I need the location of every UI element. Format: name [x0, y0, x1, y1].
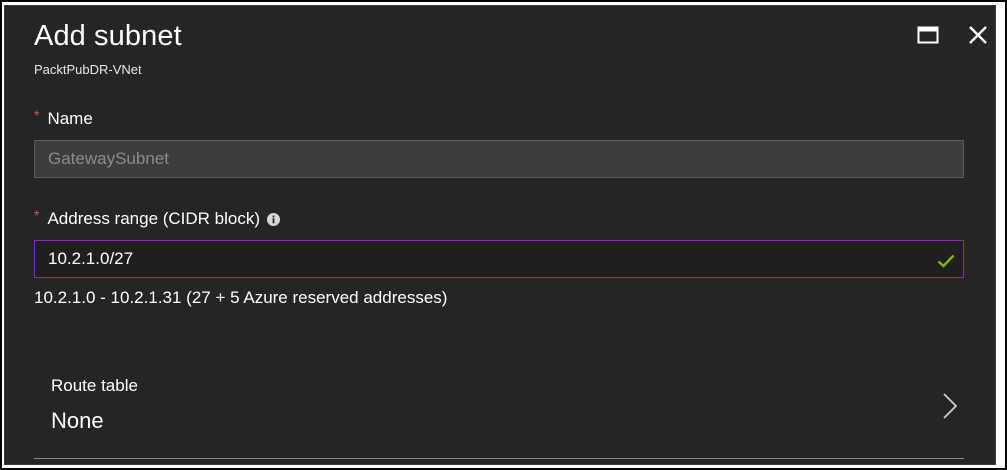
route-table-value: None — [51, 408, 104, 433]
chevron-right-icon — [943, 393, 958, 419]
required-marker: * — [34, 207, 40, 223]
name-input[interactable] — [34, 140, 964, 178]
panel-subtitle: PacktPubDR-VNet — [34, 62, 142, 77]
address-range-label-text: Address range (CIDR block) — [47, 209, 261, 228]
address-range-field-label: * Address range (CIDR block) — [34, 207, 281, 229]
close-button[interactable] — [963, 20, 993, 50]
route-table-label: Route table — [51, 376, 138, 395]
maximize-icon — [917, 26, 939, 44]
info-icon[interactable] — [267, 212, 281, 226]
route-table-divider — [34, 458, 964, 459]
add-subnet-panel: Add subnet PacktPubDR-VNet * Name * Addr… — [4, 5, 996, 465]
panel-title: Add subnet — [34, 20, 182, 52]
maximize-button[interactable] — [913, 20, 943, 50]
address-range-input[interactable] — [34, 240, 964, 278]
name-field-label: * Name — [34, 107, 93, 129]
close-icon — [969, 26, 987, 44]
name-label-text: Name — [47, 109, 93, 128]
checkmark-icon — [937, 254, 955, 268]
required-marker: * — [34, 107, 40, 123]
route-table-selector[interactable]: Route table None — [34, 366, 964, 456]
address-range-description: 10.2.1.0 - 10.2.1.31 (27 + 5 Azure reser… — [34, 288, 448, 307]
